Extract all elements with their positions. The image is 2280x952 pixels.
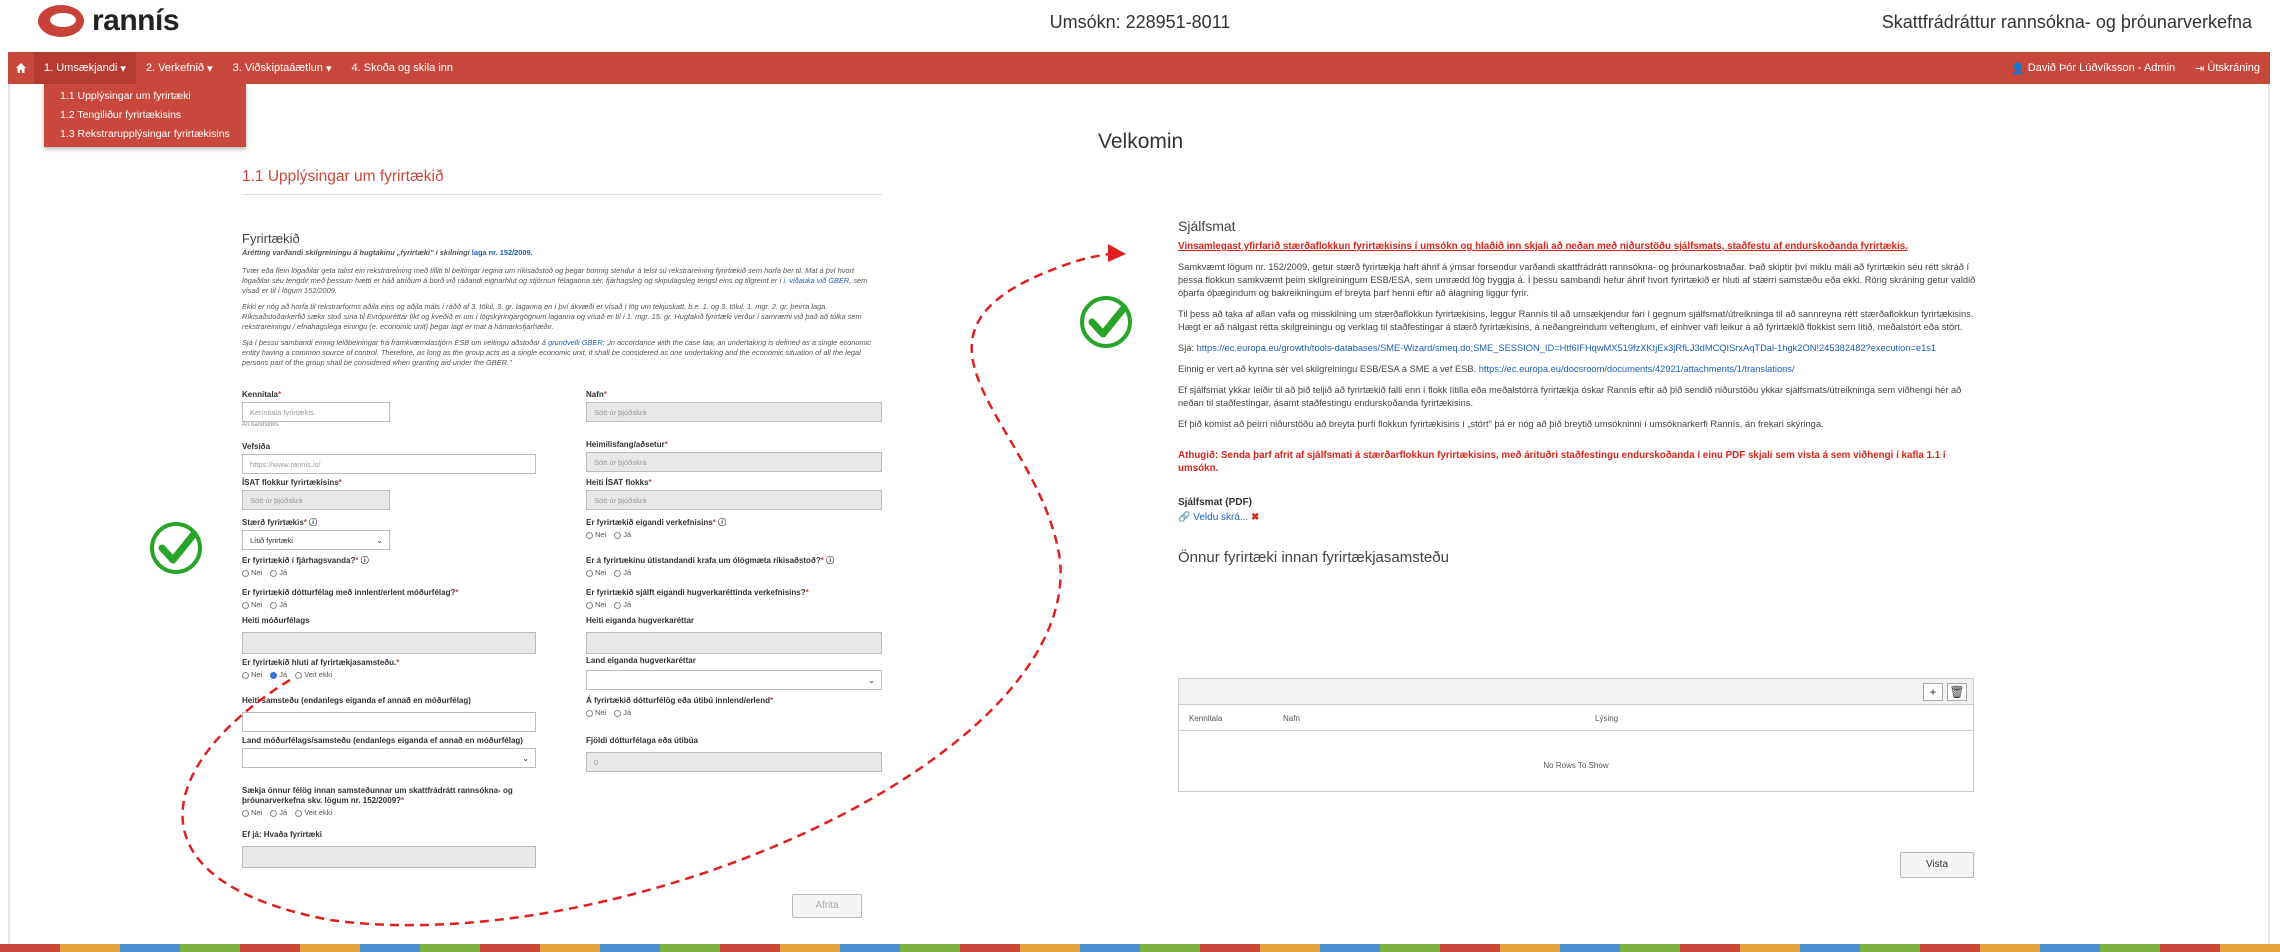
upload-row: 🔗 Veldu skrá... ✖ xyxy=(1178,512,1978,523)
vista-button[interactable]: Vista xyxy=(1900,852,1974,878)
self-warning-2: Athugið: Senda þarf afrit af sjálfsmati … xyxy=(1178,450,1946,474)
sme-definition-link[interactable]: https://ec.europa.eu/docsroom/documents/… xyxy=(1479,364,1795,374)
paperclip-icon: 🔗 xyxy=(1178,512,1191,523)
col-kennitala[interactable]: Kennitala xyxy=(1189,714,1222,723)
self-p3: Sjá: https://ec.europa.eu/growth/tools-d… xyxy=(1178,343,1937,353)
trash-icon[interactable]: 🗑 xyxy=(1947,683,1967,701)
sme-wizard-link[interactable]: https://ec.europa.eu/growth/tools-databa… xyxy=(1197,343,1936,353)
self-p1: Samkvæmt lögum nr. 152/2009, getur stærð… xyxy=(1178,262,1976,298)
self-assessment-panel: Sjálfsmat Vinsamlegast yfirfarið stærðaf… xyxy=(1178,218,1978,566)
self-p4: Einnig er vert að kynna sér vel skilgrei… xyxy=(1178,364,1795,374)
self-warning: Vinsamlegast yfirfarið stærðaflokkun fyr… xyxy=(1178,241,1908,252)
group-title: Önnur fyrirtæki innan fyrirtækjasamsteðu xyxy=(1178,549,1449,566)
self-p5: Ef sjálfsmat ykkar leiðir til að þið tel… xyxy=(1178,385,1962,408)
upload-label: Sjálfsmat (PDF) xyxy=(1178,497,1252,508)
add-row-button[interactable]: + xyxy=(1923,683,1943,701)
self-p2: Til þess að taka af allan vafa og misski… xyxy=(1178,309,1974,332)
self-title: Sjálfsmat xyxy=(1178,218,1236,234)
no-rows-message: No Rows To Show xyxy=(1543,761,1609,770)
col-lysing[interactable]: Lýsing xyxy=(1595,714,1618,723)
col-nafn[interactable]: Nafn xyxy=(1283,714,1300,723)
remove-icon[interactable]: ✖ xyxy=(1251,512,1259,523)
group-companies-grid: + 🗑 Kennitala Nafn Lýsing No Rows To Sho… xyxy=(1178,678,1974,792)
self-p6: Ef þið komist að þeirri niðurstöðu að br… xyxy=(1178,419,1824,429)
grid-toolbar: + 🗑 xyxy=(1179,679,1973,705)
grid-header: Kennitala Nafn Lýsing xyxy=(1179,705,1973,731)
upload-link[interactable]: Veldu skrá... xyxy=(1193,512,1248,523)
footer-stripe xyxy=(0,944,2280,952)
